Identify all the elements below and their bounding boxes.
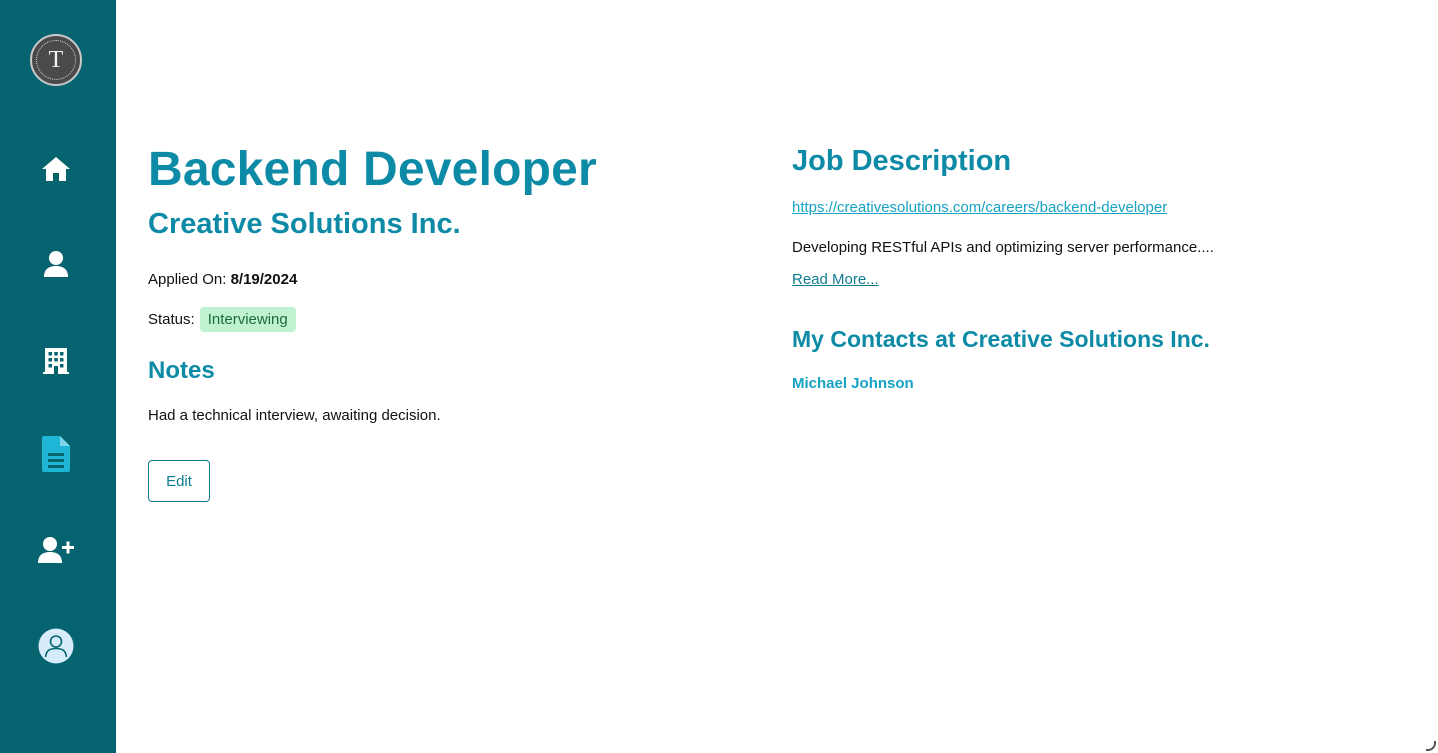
sidebar: T bbox=[0, 0, 116, 753]
user-icon[interactable] bbox=[36, 244, 76, 284]
read-more-link[interactable]: Read More... bbox=[792, 271, 879, 288]
building-icon[interactable] bbox=[36, 340, 76, 380]
job-detail: Backend Developer Creative Solutions Inc… bbox=[116, 0, 1438, 753]
applied-label: Applied On: bbox=[148, 271, 227, 288]
notes-text: Had a technical interview, awaiting deci… bbox=[148, 407, 441, 424]
logo-letter: T bbox=[36, 40, 76, 80]
company-name: Creative Solutions Inc. bbox=[148, 208, 461, 240]
account-circle-icon[interactable] bbox=[36, 626, 76, 666]
applied-on: Applied On: 8/19/2024 bbox=[148, 271, 297, 288]
app-logo[interactable]: T bbox=[30, 34, 82, 86]
job-description-summary: Developing RESTful APIs and optimizing s… bbox=[792, 239, 1214, 256]
notes-heading: Notes bbox=[148, 357, 215, 384]
contact-name[interactable]: Michael Johnson bbox=[792, 375, 914, 392]
edit-button[interactable]: Edit bbox=[148, 460, 210, 502]
status-badge: Interviewing bbox=[199, 307, 296, 332]
status-row: Status: Interviewing bbox=[148, 307, 296, 332]
applied-date: 8/19/2024 bbox=[230, 271, 298, 288]
contacts-heading: My Contacts at Creative Solutions Inc. bbox=[792, 326, 1210, 352]
user-plus-icon[interactable] bbox=[36, 530, 76, 570]
status-label: Status: bbox=[148, 311, 195, 328]
job-posting-link[interactable]: https://creativesolutions.com/careers/ba… bbox=[792, 199, 1167, 216]
document-icon[interactable] bbox=[36, 434, 76, 474]
job-description-heading: Job Description bbox=[792, 145, 1012, 177]
home-icon[interactable] bbox=[36, 149, 76, 189]
page-title: Backend Developer bbox=[148, 143, 597, 196]
